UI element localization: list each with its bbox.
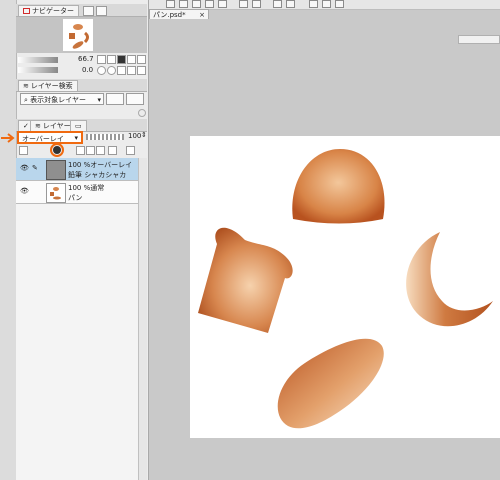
flip-vertical-icon[interactable]: [137, 66, 146, 75]
layer-name: パン: [68, 194, 83, 202]
blend-mode-dropdown[interactable]: オーバーレイ ▾: [17, 131, 83, 144]
redo-icon[interactable]: [218, 0, 227, 8]
snap-icon[interactable]: [273, 0, 282, 8]
zoom-out-icon[interactable]: [97, 55, 106, 64]
layer-dropdown-icon[interactable]: [19, 146, 28, 155]
toast-slice: [198, 227, 293, 333]
layer-blend-info: 100 %オーバーレイ: [68, 161, 133, 169]
deselect-icon[interactable]: [252, 0, 261, 8]
navigator-option-button[interactable]: [83, 6, 94, 16]
open-icon[interactable]: [179, 0, 188, 8]
layer-search-icon: ≋: [23, 82, 29, 90]
layer-search-option-button-2[interactable]: [126, 93, 144, 105]
layer-thumbnail: [46, 160, 66, 180]
layer-list: [16, 158, 147, 480]
zoom-in-icon[interactable]: [107, 55, 116, 64]
reset-rotate-icon[interactable]: [117, 66, 126, 75]
lock-transparency-icon[interactable]: [86, 146, 95, 155]
bread-thumbnail-icon: [69, 24, 89, 49]
actual-size-icon[interactable]: [127, 55, 136, 64]
tab-properties[interactable]: ▭: [70, 120, 87, 131]
layer-search-dropdown-value: 表示対象レイヤー: [30, 96, 86, 104]
zoom-value: 66.7: [78, 55, 94, 63]
undo-icon[interactable]: [205, 0, 214, 8]
zoom-slider[interactable]: [18, 57, 58, 63]
help-icon[interactable]: [138, 109, 146, 117]
navigator-controls: 66.7 0.0: [16, 55, 147, 77]
rotate-left-icon[interactable]: [97, 66, 106, 75]
layer-list-scrollbar[interactable]: [138, 158, 147, 480]
layer-blend-info: 100 %通常: [68, 184, 105, 192]
bread-thumbnail-icon: [50, 187, 61, 200]
fit-window-icon[interactable]: [117, 55, 126, 64]
clip-to-layer-icon[interactable]: [53, 146, 61, 154]
layer-tab-label: レイヤー: [42, 122, 71, 130]
new-icon[interactable]: [166, 0, 175, 8]
drawing-canvas[interactable]: [190, 136, 500, 438]
hand-icon[interactable]: [322, 0, 331, 8]
navigator-preview[interactable]: [16, 17, 147, 53]
rotate-slider[interactable]: [18, 67, 58, 73]
brush-icon: ✓: [23, 122, 29, 130]
layers-icon: ≋: [35, 122, 41, 130]
croissant: [406, 232, 493, 327]
layer-toolbar: [16, 143, 147, 157]
zoom-icon[interactable]: [309, 0, 318, 8]
tab-navigator[interactable]: ナビゲーター: [18, 5, 79, 16]
opacity-value: 100: [128, 132, 142, 140]
layer-name: 鉛筆 シャカシャカ: [68, 171, 127, 179]
opacity-slider[interactable]: [86, 134, 124, 140]
mask-icon[interactable]: [108, 146, 117, 155]
document-tab-label: パン.psd*: [153, 11, 186, 19]
layer-thumbnail: [46, 183, 66, 203]
tab-layer-search[interactable]: ≋ レイヤー検索: [18, 80, 78, 91]
opacity-stepper[interactable]: ⇕: [141, 131, 147, 139]
chevron-down-icon: ▾: [74, 134, 78, 142]
arrow-right-icon: [1, 133, 15, 143]
chevron-down-icon: ▾: [97, 96, 101, 104]
long-roll: [277, 338, 384, 429]
close-icon[interactable]: ×: [199, 10, 205, 20]
layer-row-overlay[interactable]: 👁 ✎ 100 %オーバーレイ 鉛筆 シャカシャカ: [16, 158, 138, 181]
layer-row-bread[interactable]: 👁 100 %通常 パン: [16, 181, 138, 204]
navigator-thumbnail: [63, 19, 93, 51]
layer-menu-icon[interactable]: [126, 146, 135, 155]
snap-ruler-icon[interactable]: [286, 0, 295, 8]
navigator-tab-label: ナビゲーター: [32, 7, 74, 15]
flip-icon[interactable]: [137, 55, 146, 64]
pencil-icon: ✎: [32, 164, 38, 172]
properties-icon: ▭: [75, 122, 82, 130]
reference-layer-icon[interactable]: [96, 146, 105, 155]
navigator-lock-button[interactable]: [96, 6, 107, 16]
lock-icon[interactable]: [76, 146, 85, 155]
transform-icon[interactable]: [239, 0, 248, 8]
floating-palette-handle[interactable]: [458, 35, 500, 44]
layer-search-dropdown[interactable]: ⌕ 表示対象レイヤー ▾: [20, 93, 104, 105]
panel-collapse-strip[interactable]: [0, 0, 17, 480]
rotate-view-icon[interactable]: [335, 0, 344, 8]
layer-search-option-button[interactable]: [106, 93, 124, 105]
rotate-value: 0.0: [82, 66, 94, 74]
navigator-tab-row: ナビゲーター: [16, 4, 147, 17]
bread-illustration: [198, 149, 493, 429]
document-tab[interactable]: パン.psd* ×: [149, 9, 209, 19]
tab-layer[interactable]: ≋ レイヤー: [30, 120, 76, 131]
rotate-right-icon[interactable]: [107, 66, 116, 75]
navigator-icon: [23, 8, 30, 14]
round-bun: [292, 149, 385, 224]
eye-icon[interactable]: 👁: [20, 164, 29, 172]
layer-search-tab-row: ≋ レイヤー検索: [16, 79, 147, 92]
flip-horizontal-icon[interactable]: [127, 66, 136, 75]
save-icon[interactable]: [192, 0, 201, 8]
layer-search-tab-label: レイヤー検索: [30, 82, 73, 90]
search-icon: ⌕: [24, 96, 28, 104]
eye-icon[interactable]: 👁: [20, 187, 29, 195]
